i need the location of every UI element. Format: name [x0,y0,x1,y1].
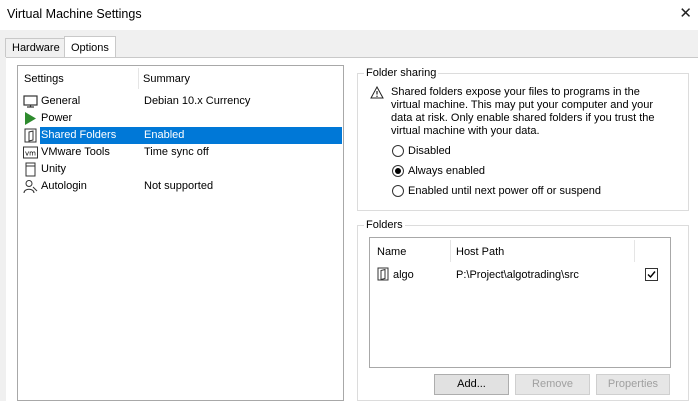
folder-share-icon [24,128,37,143]
settings-row-label: Unity [41,163,67,175]
folder-sharing-title: Folder sharing [364,67,439,79]
window-title: Virtual Machine Settings [7,7,142,21]
close-icon[interactable]: ✕ [679,4,692,22]
column-header-host-path[interactable]: Host Path [456,246,504,258]
add-button[interactable]: Add... [434,374,509,395]
remove-button[interactable]: Remove [515,374,590,395]
vm-icon: vm [23,146,38,159]
folder-enabled-checkbox[interactable] [645,268,658,281]
radio-label[interactable]: Disabled [408,145,451,157]
column-divider[interactable] [634,240,635,262]
warning-icon [370,86,384,99]
settings-list[interactable]: Settings Summary General Debian 10.x Cur… [17,65,344,401]
radio-label[interactable]: Enabled until next power off or suspend [408,185,601,197]
settings-row-general[interactable]: General Debian 10.x Currency [19,93,342,110]
settings-row-shared-folders[interactable]: Shared Folders Enabled [19,127,342,144]
column-divider[interactable] [138,68,139,89]
checkmark-icon [647,271,656,279]
radio-checked-dot [395,168,401,174]
radio-button[interactable] [392,165,404,177]
settings-row-summary: Not supported [144,180,214,192]
settings-row-summary: Enabled [144,129,185,141]
radio-label[interactable]: Always enabled [408,165,485,177]
svg-text:vm: vm [25,150,36,158]
settings-row-power[interactable]: Power [19,110,342,127]
settings-row-unity[interactable]: Unity [19,161,342,178]
title-bar: Virtual Machine Settings ✕ [0,0,698,30]
play-icon [25,112,36,125]
folder-row[interactable]: algo P:\Project\algotrading\src [370,266,670,284]
folder-host-path: P:\Project\algotrading\src [456,269,579,281]
settings-row-label: Autologin [41,180,87,192]
properties-button[interactable]: Properties [596,374,670,395]
column-header-name[interactable]: Name [377,246,406,258]
folder-name: algo [393,269,414,281]
settings-list-header: Settings Summary [18,66,343,90]
column-header-summary[interactable]: Summary [143,73,190,85]
settings-row-summary: Time sync off [144,146,209,158]
settings-row-autologin[interactable]: Autologin Not supported [19,178,342,195]
radio-button[interactable] [392,145,404,157]
settings-row-summary: Debian 10.x Currency [144,95,251,107]
settings-row-label: General [41,95,81,107]
settings-row-label: VMware Tools [41,146,110,158]
folders-title: Folders [364,219,405,231]
tab-hardware[interactable]: Hardware [5,38,65,57]
folder-sharing-group: Folder sharing Shared folders expose you… [357,67,689,211]
settings-row-label: Power [41,112,73,124]
window-icon [25,162,36,177]
column-header-settings[interactable]: Settings [24,73,64,85]
radio-button[interactable] [392,185,404,197]
tab-options[interactable]: Options [64,36,116,58]
column-divider[interactable] [450,240,451,262]
monitor-icon [23,95,38,108]
settings-row-vmware-tools[interactable]: vm VMware Tools Time sync off [19,144,342,161]
folder-sharing-warning: Shared folders expose your files to prog… [391,86,655,137]
user-key-icon [23,180,38,194]
folders-table[interactable]: Name Host Path algo P:\Project\algotradi… [369,237,671,368]
folder-share-icon [377,267,389,281]
settings-row-label: Shared Folders [41,129,117,141]
